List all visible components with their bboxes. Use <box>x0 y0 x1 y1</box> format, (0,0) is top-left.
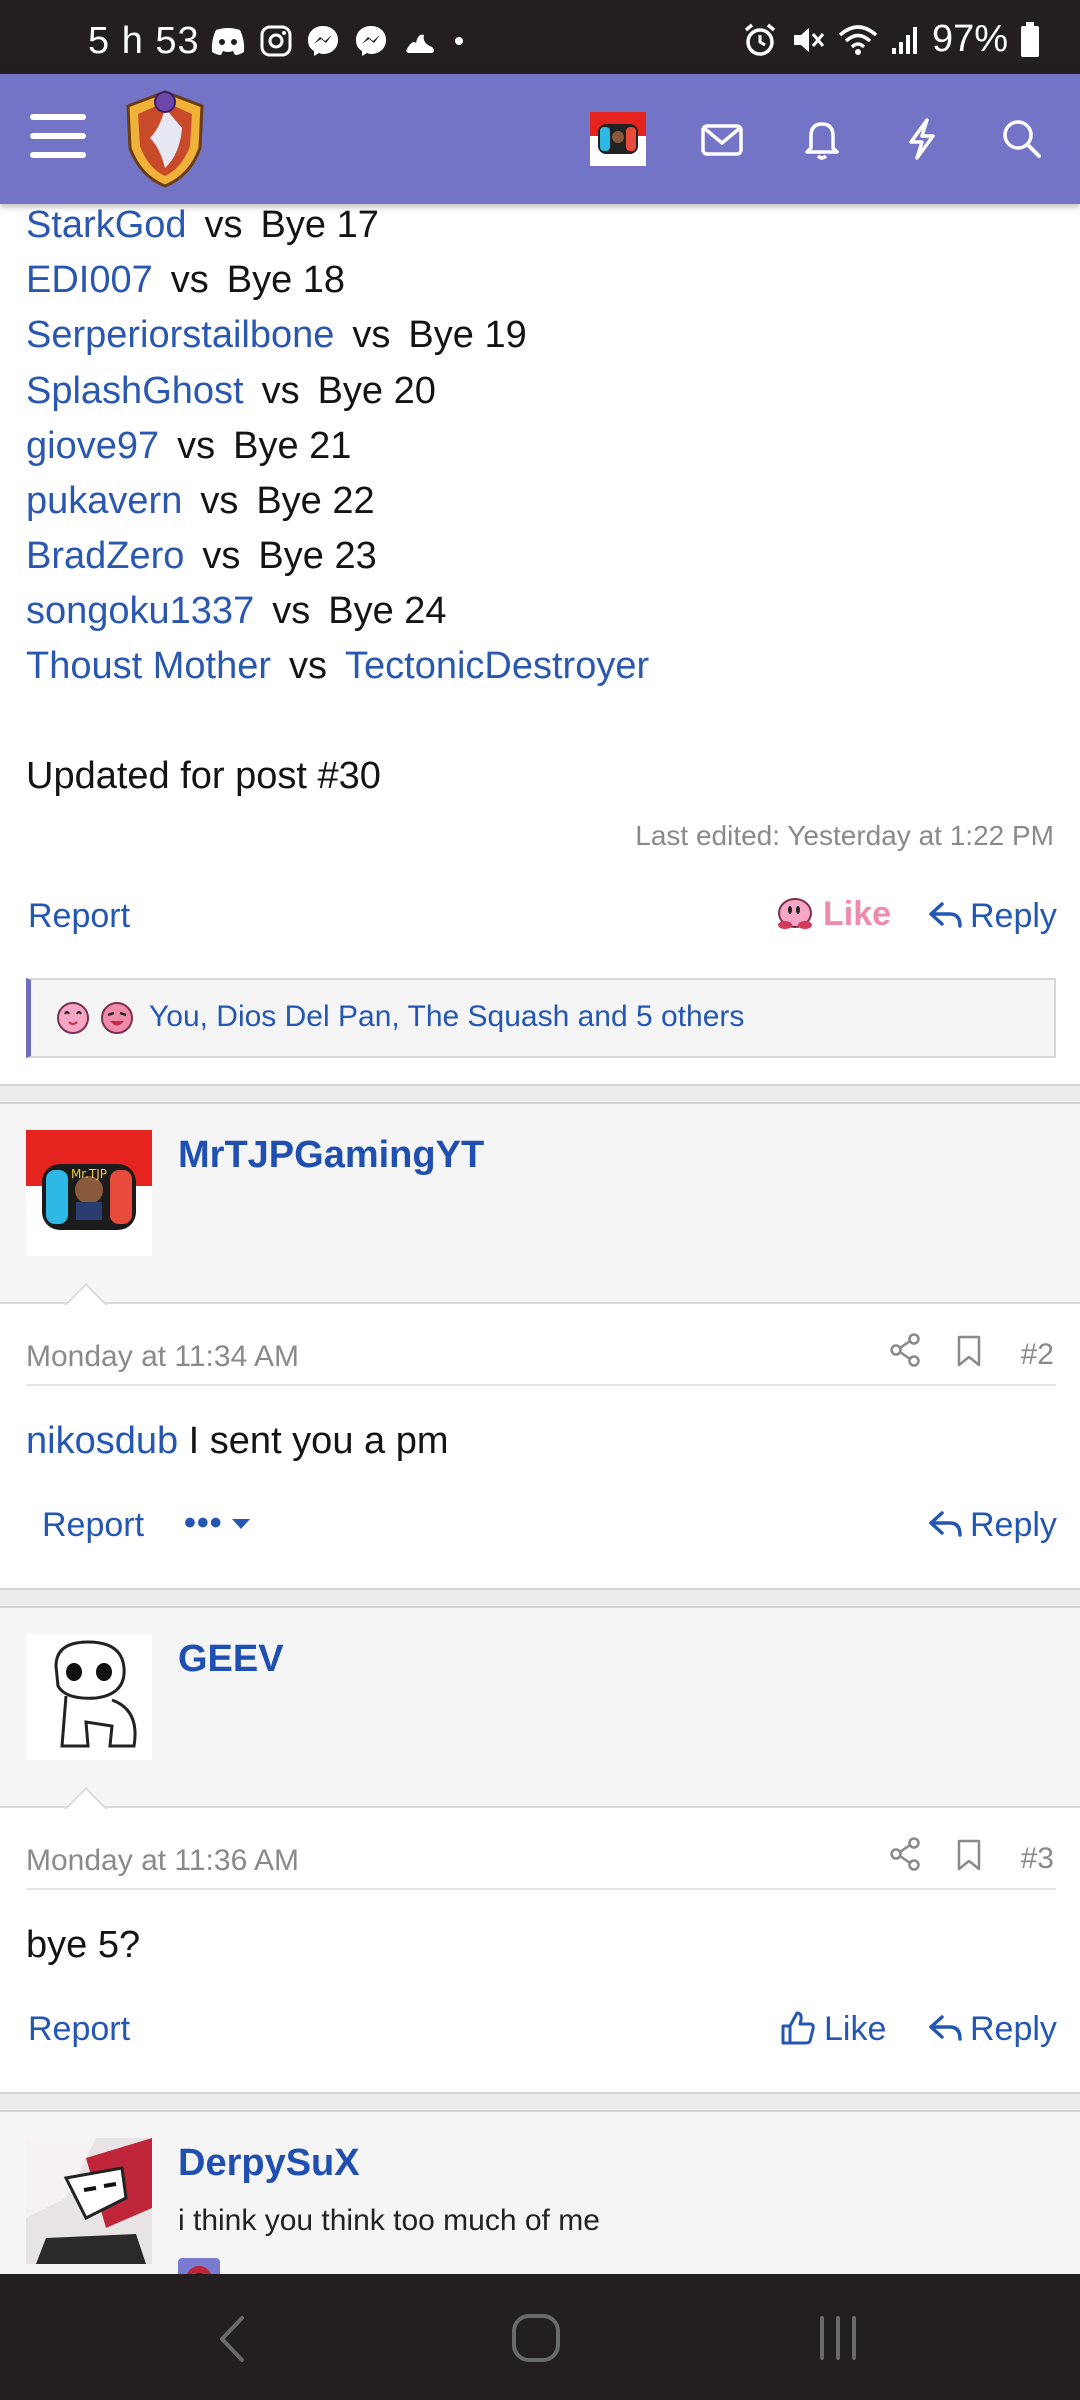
badge-icon <box>178 2258 220 2274</box>
share-icon[interactable] <box>888 1332 922 1368</box>
discord-icon <box>211 28 245 55</box>
system-nav-bar <box>0 2274 1080 2400</box>
post-arrow <box>62 1784 112 1809</box>
reactions-summary: You, Dios Del Pan, The Squash and 5 othe… <box>149 1000 745 1033</box>
reply-button[interactable]: Reply <box>928 1506 1057 1545</box>
post-separator <box>0 1588 1080 1608</box>
report-button[interactable]: Report <box>42 1506 144 1545</box>
player-link[interactable]: StarkGod <box>26 204 187 246</box>
post-user-block: Mr.TJP MrTJPGamingYT <box>0 1104 1080 1304</box>
player-link[interactable]: Serperiorstailbone <box>26 314 334 356</box>
battery-percent: 97% <box>931 18 1008 60</box>
reply-icon <box>929 1511 962 1537</box>
reply-button[interactable]: Reply <box>928 2010 1057 2049</box>
app-header <box>0 74 1080 204</box>
user-title: i think you think too much of me <box>178 2204 600 2237</box>
match-row: Serperiorstailbone vs Bye 19 <box>26 314 527 356</box>
mention-link[interactable]: nikosdub <box>26 1420 178 1462</box>
player-link[interactable]: songoku1337 <box>26 590 254 632</box>
wifi-icon <box>838 24 878 55</box>
post-separator <box>0 1084 1080 1104</box>
post-number[interactable]: #3 <box>1021 1842 1054 1876</box>
whats-new-icon[interactable] <box>897 114 947 164</box>
reply-button[interactable]: Reply <box>928 897 1057 936</box>
avatar[interactable] <box>26 2138 152 2264</box>
post-body: bye 5? <box>26 1924 141 1966</box>
player-link[interactable]: BradZero <box>26 535 184 577</box>
player-link[interactable]: giove97 <box>26 425 159 467</box>
thumbs-up-icon <box>781 2011 815 2045</box>
report-button[interactable]: Report <box>28 2010 130 2049</box>
match-row: Thoust Mother vs TectonicDestroyer <box>26 645 650 687</box>
username-link[interactable]: MrTJPGamingYT <box>178 1134 484 1177</box>
post-separator <box>0 2092 1080 2112</box>
post-arrow <box>62 1280 112 1305</box>
post-date[interactable]: Monday at 11:34 AM <box>26 1340 299 1374</box>
divider <box>26 1888 1056 1890</box>
like-button[interactable]: Like <box>775 895 891 934</box>
match-row: StarkGod vs Bye 17 <box>26 204 379 246</box>
messenger-icon <box>356 26 386 56</box>
bookmark-icon[interactable] <box>955 1838 983 1872</box>
post-user-block: DerpySuX i think you think too much of m… <box>0 2112 1080 2274</box>
player-link[interactable]: pukavern <box>26 480 182 522</box>
username-link[interactable]: GEEV <box>178 1638 284 1681</box>
home-icon[interactable] <box>510 2312 562 2364</box>
mute-icon <box>793 27 825 52</box>
signal-icon <box>891 26 917 54</box>
post-body: nikosdub I sent you a pm <box>26 1420 449 1462</box>
kirby-haha-icon <box>101 1002 133 1034</box>
alerts-icon[interactable] <box>797 114 847 164</box>
instagram-icon <box>260 25 292 57</box>
avatar[interactable] <box>26 1634 152 1760</box>
inbox-icon[interactable] <box>697 114 747 164</box>
reply-icon <box>929 902 962 928</box>
divider <box>26 1384 1056 1386</box>
status-bar: 5 h 53 97% <box>0 0 1080 74</box>
bookmark-icon[interactable] <box>955 1334 983 1368</box>
menu-icon[interactable] <box>30 114 86 164</box>
match-row: pukavern vs Bye 22 <box>26 480 375 522</box>
status-time: 5 h 53 <box>88 20 200 62</box>
user-avatar[interactable] <box>590 112 646 166</box>
player-link[interactable]: Thoust Mother <box>26 645 271 687</box>
avatar[interactable]: Mr.TJP <box>26 1130 152 1256</box>
report-button[interactable]: Report <box>28 897 130 936</box>
match-row: giove97 vs Bye 21 <box>26 425 352 467</box>
match-row: EDI007 vs Bye 18 <box>26 259 346 301</box>
reactions-bar[interactable]: You, Dios Del Pan, The Squash and 5 othe… <box>26 978 1056 1058</box>
search-icon[interactable] <box>997 114 1047 164</box>
post-user-block: GEEV <box>0 1608 1080 1808</box>
back-icon[interactable] <box>214 2314 250 2364</box>
username-link[interactable]: DerpySuX <box>178 2142 360 2185</box>
match-row: songoku1337 vs Bye 24 <box>26 590 447 632</box>
player-link[interactable]: SplashGhost <box>26 370 244 412</box>
last-edited: Last edited: Yesterday at 1:22 PM <box>635 820 1054 851</box>
system-icons: 97% <box>742 18 1040 61</box>
player-link[interactable]: EDI007 <box>26 259 153 301</box>
match-row: SplashGhost vs Bye 20 <box>26 370 436 412</box>
battery-icon <box>1021 21 1039 57</box>
alarm-icon <box>744 23 776 56</box>
match-row: BradZero vs Bye 23 <box>26 535 377 577</box>
post-number[interactable]: #2 <box>1021 1338 1054 1372</box>
notification-icons <box>210 24 466 58</box>
svg-text:Mr.TJP: Mr.TJP <box>71 1167 107 1181</box>
samsung-health-icon <box>406 34 434 53</box>
site-logo[interactable] <box>120 88 210 188</box>
chevron-down-icon <box>231 1519 250 1529</box>
kirby-like-icon <box>778 898 812 929</box>
updated-note: Updated for post #30 <box>26 755 381 797</box>
reply-icon <box>929 2015 962 2041</box>
share-icon[interactable] <box>888 1836 922 1872</box>
recents-icon[interactable] <box>814 2314 862 2362</box>
dot-icon <box>455 37 463 45</box>
messenger-icon <box>308 26 338 56</box>
kirby-love-icon <box>57 1002 89 1034</box>
thread-content: StarkGod vs Bye 17 EDI007 vs Bye 18 Serperio… <box>0 204 1080 2274</box>
more-options-button[interactable]: ••• <box>184 1504 253 1543</box>
like-button[interactable]: Like <box>780 2010 886 2049</box>
post-date[interactable]: Monday at 11:36 AM <box>26 1844 299 1878</box>
player-link[interactable]: TectonicDestroyer <box>345 645 649 687</box>
